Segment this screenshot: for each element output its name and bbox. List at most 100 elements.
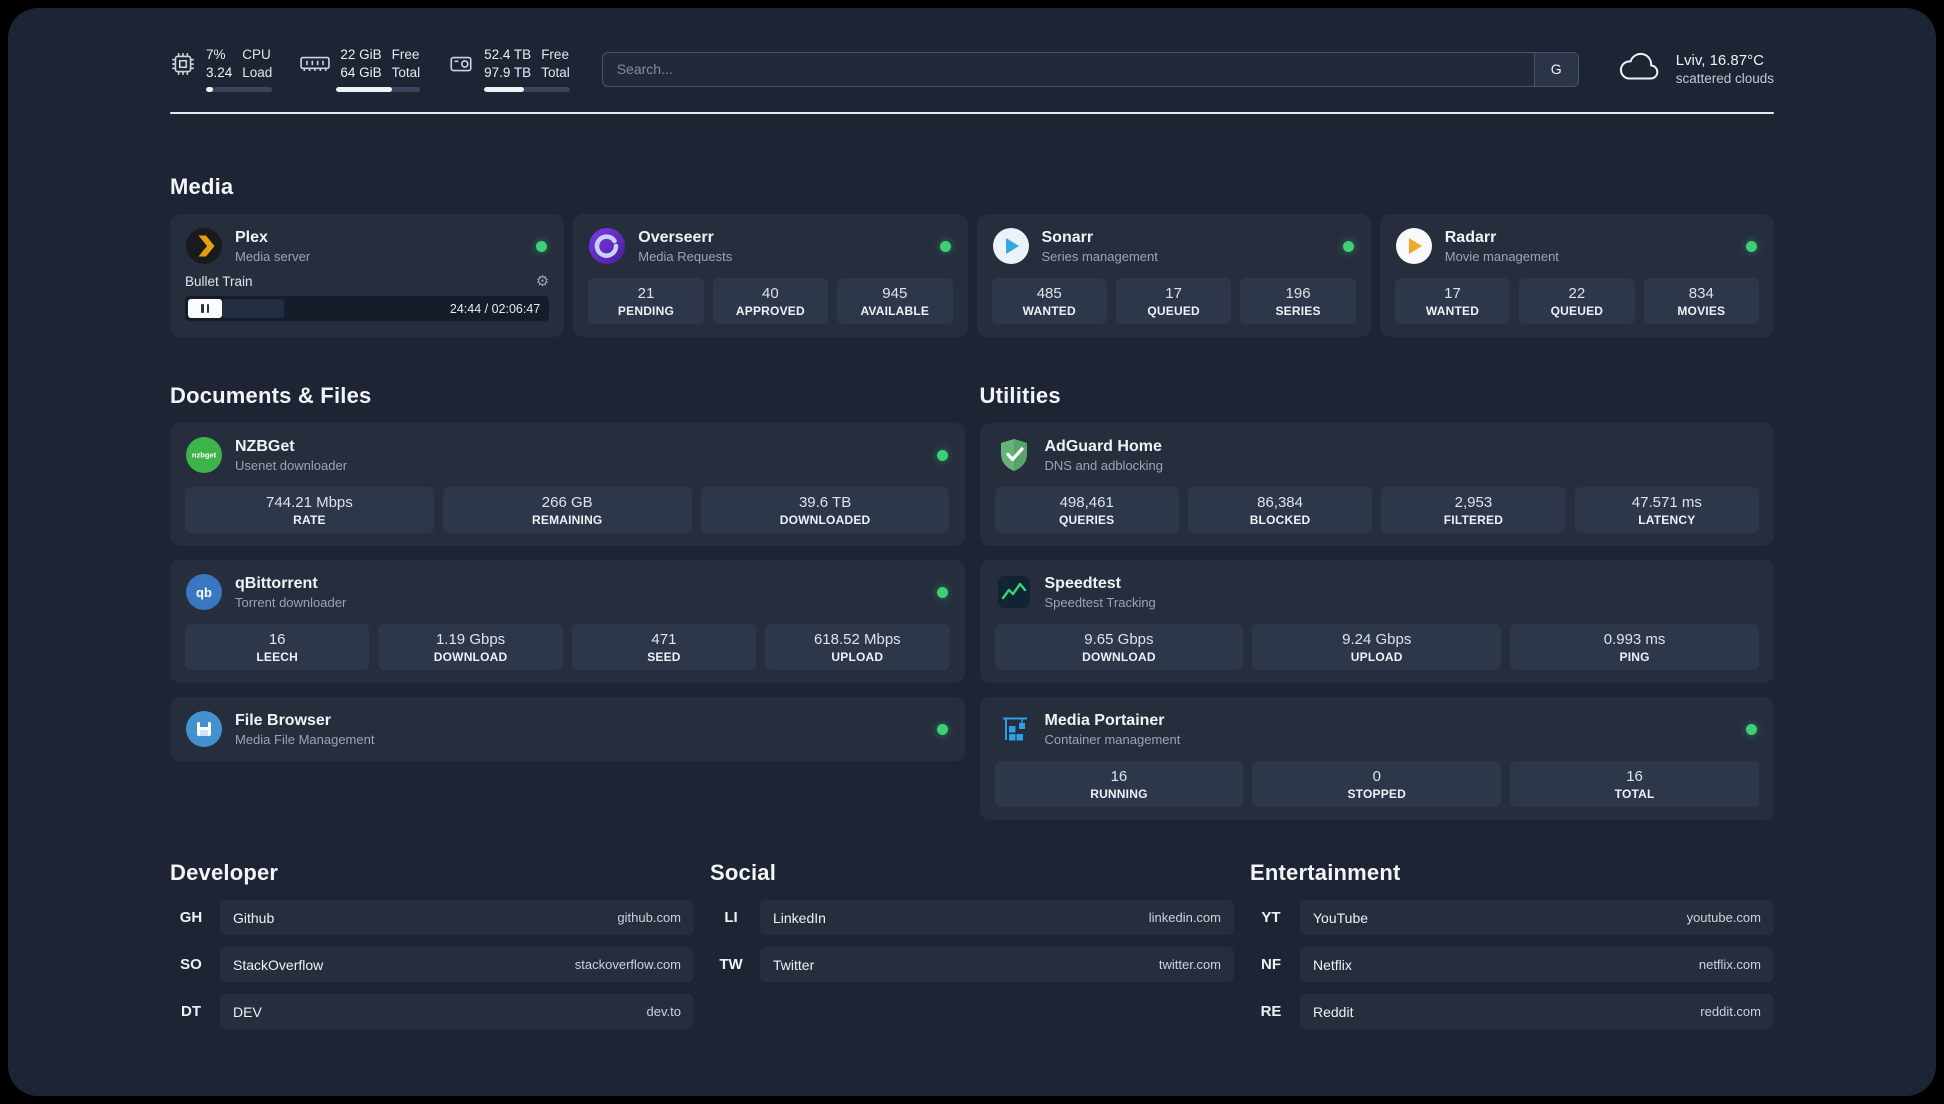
link-name: Netflix — [1313, 956, 1352, 973]
app-subtitle: Torrent downloader — [235, 594, 347, 610]
link-youtube[interactable]: YT YouTube youtube.com — [1250, 900, 1774, 936]
app-subtitle: Media Requests — [638, 248, 733, 264]
link-name: Reddit — [1313, 1003, 1354, 1020]
speedtest-card[interactable]: Speedtest Speedtest Tracking 9.65 Gbps DO… — [979, 560, 1774, 684]
status-dot — [1342, 240, 1354, 252]
disk-free-value: 52.4 TB — [484, 47, 532, 62]
app-name: Sonarr — [1041, 228, 1094, 246]
status-dot — [936, 586, 948, 598]
link-stackoverflow[interactable]: SO StackOverflow stackoverflow.com — [170, 947, 694, 983]
stat-value: 40 — [762, 285, 779, 303]
cpu-label: CPU — [242, 47, 271, 62]
stat-tile: 266 GB REMAINING — [442, 487, 692, 534]
disk-total-label: Total — [541, 64, 570, 80]
section-title-utilities: Utilities — [979, 383, 1061, 409]
stat-label: PENDING — [617, 304, 674, 319]
documents-section: Documents & Files nzbget NZBGet Usenet d… — [170, 383, 965, 762]
link-abbr: YT — [1261, 909, 1281, 927]
stat-tile: 16 RUNNING — [994, 761, 1244, 808]
svg-text:nzbget: nzbget — [192, 451, 217, 460]
link-abbr: SO — [180, 956, 202, 974]
stat-value: 21 — [637, 285, 655, 303]
cpu-widget: 7% 3.24 CPU Load — [170, 46, 273, 93]
stat-label: AVAILABLE — [860, 304, 930, 319]
cpu-load-label: Load — [242, 64, 273, 80]
overseerr-card[interactable]: Overseerr Media Requests 21 PENDING 40 APP… — [573, 214, 968, 338]
cloud-icon — [1615, 50, 1663, 89]
stat-value: 471 — [651, 631, 677, 649]
link-group-entertainment: Entertainment YT YouTube youtube.com NF N… — [1250, 860, 1774, 1041]
ram-usage-bar — [336, 87, 421, 93]
stat-label: LEECH — [256, 650, 299, 665]
ram-total-value: 64 GiB — [340, 64, 382, 80]
stat-tile: 471 SEED — [571, 624, 757, 671]
stat-tile: 0 STOPPED — [1252, 761, 1502, 808]
link-github[interactable]: GH Github github.com — [170, 900, 694, 936]
link-url: linkedin.com — [1148, 910, 1221, 926]
link-group-developer: Developer GH Github github.com SO StackOv… — [170, 860, 694, 1041]
link-netflix[interactable]: NF Netflix netflix.com — [1250, 947, 1774, 983]
weather-widget: Lviv, 16.87°C scattered clouds — [1615, 50, 1774, 89]
link-linkedin[interactable]: LI LinkedIn linkedin.com — [710, 900, 1234, 936]
stat-tile: 9.65 Gbps DOWNLOAD — [994, 624, 1244, 671]
stat-value: 498,461 — [1059, 494, 1114, 512]
search-engine-button[interactable]: G — [1533, 52, 1578, 86]
stat-value: 834 — [1688, 285, 1714, 303]
stat-value: 1.19 Gbps — [435, 631, 506, 649]
radarr-card[interactable]: Radarr Movie management 17 WANTED 22 QUEUE… — [1379, 214, 1774, 338]
link-dev[interactable]: DT DEV dev.to — [170, 994, 694, 1030]
gear-icon[interactable]: ⚙ — [536, 274, 549, 289]
stat-label: UPLOAD — [1350, 650, 1403, 665]
stat-tile: 1.19 Gbps DOWNLOAD — [378, 624, 563, 671]
stat-value: 945 — [882, 285, 908, 303]
app-name: Overseerr — [638, 228, 714, 246]
app-subtitle: Usenet downloader — [235, 457, 348, 473]
stat-value: 618.52 Mbps — [813, 631, 901, 649]
nzbget-card[interactable]: nzbget NZBGet Usenet downloader 744.21 M… — [170, 423, 965, 547]
stat-value: 16 — [268, 631, 286, 649]
stat-label: RATE — [293, 513, 326, 528]
stat-value: 0 — [1372, 768, 1381, 786]
status-dot — [1746, 723, 1757, 735]
stat-value: 744.21 Mbps — [266, 494, 353, 512]
link-url: netflix.com — [1698, 957, 1761, 973]
stat-label: QUEUED — [1147, 304, 1200, 319]
link-abbr: TW — [719, 956, 743, 974]
pause-button[interactable] — [188, 299, 222, 319]
adguard-card[interactable]: AdGuard Home DNS and adblocking 498,461 Q… — [979, 423, 1774, 547]
weather-location: Lviv, 16.87°C — [1675, 52, 1764, 70]
section-title-social: Social — [710, 860, 777, 886]
portainer-card[interactable]: Media Portainer Container management 16 R… — [979, 697, 1774, 821]
topbar: 7% 3.24 CPU Load 22 GiB 64 GiB Free Tota… — [170, 46, 1774, 93]
plex-card[interactable]: Plex Media server Bullet Train ⚙ 24:44 /… — [170, 214, 565, 338]
app-subtitle: Media server — [235, 248, 311, 264]
status-dot — [936, 723, 948, 735]
app-name: NZBGet — [235, 437, 295, 455]
now-playing-title: Bullet Train — [185, 274, 253, 290]
qbittorrent-card[interactable]: qb qBittorrent Torrent downloader 16 LEEC… — [170, 560, 965, 684]
stat-tile: 16 LEECH — [185, 624, 370, 671]
disk-widget: 52.4 TB 97.9 TB Free Total — [448, 46, 570, 93]
ram-icon — [300, 53, 331, 75]
section-title-entertainment: Entertainment — [1250, 860, 1401, 886]
filebrowser-card[interactable]: File Browser Media File Management — [170, 697, 965, 762]
stat-tile: 39.6 TB DOWNLOADED — [700, 487, 950, 534]
status-dot — [936, 449, 948, 461]
stat-value: 266 GB — [541, 494, 593, 512]
link-url: reddit.com — [1700, 1004, 1761, 1020]
adguard-icon — [995, 436, 1033, 474]
link-name: Twitter — [773, 956, 815, 973]
stat-label: TOTAL — [1614, 787, 1655, 802]
stat-label: WANTED — [1022, 304, 1076, 319]
link-twitter[interactable]: TW Twitter twitter.com — [710, 947, 1234, 983]
nzbget-icon: nzbget — [185, 436, 223, 474]
svg-text:qb: qb — [196, 585, 212, 600]
link-reddit[interactable]: RE Reddit reddit.com — [1250, 994, 1774, 1030]
app-subtitle: DNS and adblocking — [1044, 457, 1164, 473]
stat-value: 196 — [1285, 285, 1311, 303]
search-input[interactable] — [602, 52, 1534, 86]
sonarr-card[interactable]: Sonarr Series management 485 WANTED 17 QUE… — [976, 214, 1371, 338]
app-name: Media Portainer — [1044, 711, 1165, 729]
stat-label: SERIES — [1275, 304, 1321, 319]
link-url: github.com — [617, 910, 681, 926]
